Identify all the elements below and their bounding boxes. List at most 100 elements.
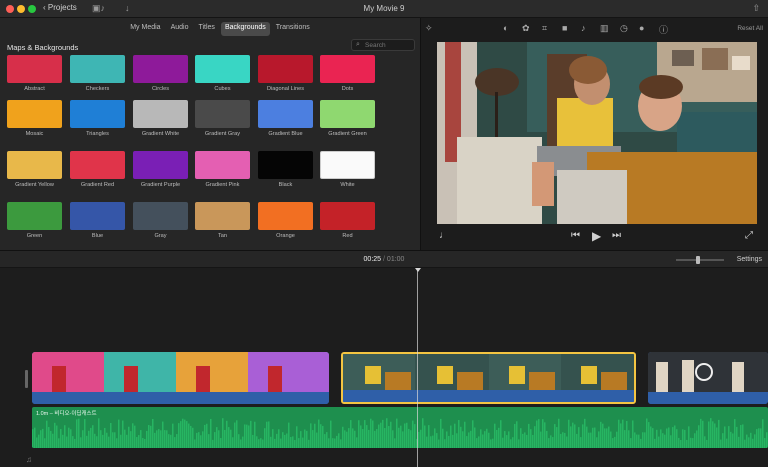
speed-icon[interactable]: ◷ bbox=[620, 23, 628, 34]
zoom-slider[interactable] bbox=[676, 256, 724, 264]
viewer-toolbar: ✧ ◐ ✿ ⌗ ■ ♪ ▥ ◷ ● ⓘ Reset All bbox=[421, 18, 768, 40]
background-tile[interactable]: Gradient Purple bbox=[133, 151, 188, 188]
background-tile[interactable]: Gradient Yellow bbox=[7, 151, 62, 188]
clip-filter-icon[interactable]: ● bbox=[639, 23, 644, 33]
tab-audio[interactable]: Audio bbox=[167, 22, 193, 36]
background-tile-label: Abstract bbox=[24, 86, 45, 92]
backgrounds-grid: Abstract Checkers Circles Cubes Diagonal Lin… bbox=[0, 55, 420, 250]
search-icon: ⌕ bbox=[356, 41, 360, 48]
background-tile-label: Gradient Blue bbox=[268, 131, 303, 137]
audio-track[interactable]: 1.0m – 비디오-이딥캐스트 bbox=[32, 407, 768, 448]
background-tile[interactable]: Gradient Pink bbox=[195, 151, 250, 188]
background-tile[interactable]: Gray bbox=[133, 202, 188, 239]
reset-all-button[interactable]: Reset All bbox=[737, 25, 763, 32]
background-swatch bbox=[7, 100, 62, 128]
clip-frames bbox=[343, 354, 634, 394]
share-icon[interactable]: ⇧ bbox=[752, 3, 760, 14]
background-swatch bbox=[7, 202, 62, 230]
background-tile[interactable]: White bbox=[320, 151, 375, 188]
background-swatch bbox=[133, 202, 188, 230]
microphone-icon[interactable]: ♩ bbox=[439, 230, 449, 241]
play-icon[interactable]: ▶ bbox=[592, 229, 601, 243]
clip-audio-bar bbox=[648, 392, 768, 404]
background-swatch bbox=[195, 55, 250, 83]
background-swatch bbox=[258, 151, 313, 179]
background-tile[interactable]: Black bbox=[258, 151, 313, 188]
background-tile-label: Tan bbox=[217, 233, 228, 239]
background-tile[interactable]: Gradient White bbox=[133, 100, 188, 137]
background-tile[interactable]: Abstract bbox=[7, 55, 62, 92]
clip-frames bbox=[648, 352, 768, 392]
background-tile[interactable]: Dots bbox=[320, 55, 375, 92]
background-swatch bbox=[258, 100, 313, 128]
tab-my-media[interactable]: My Media bbox=[126, 22, 164, 36]
clip-frames bbox=[32, 352, 329, 392]
stabilization-icon[interactable]: ■ bbox=[562, 23, 567, 33]
background-tile[interactable]: Tan bbox=[195, 202, 250, 239]
background-tile-label: Red bbox=[342, 233, 353, 239]
background-tile-label: Gradient Pink bbox=[205, 182, 240, 188]
background-tile-label: Black bbox=[278, 182, 293, 188]
tab-titles[interactable]: Titles bbox=[194, 22, 218, 36]
timecode: 00:25 / 01:00 bbox=[0, 256, 768, 263]
video-clip-3[interactable] bbox=[648, 352, 768, 404]
video-frame bbox=[437, 42, 757, 224]
background-tile-label: Circles bbox=[151, 86, 170, 92]
background-tile-label: Gray bbox=[154, 233, 167, 239]
info-icon[interactable]: ⓘ bbox=[659, 23, 668, 36]
crop-icon[interactable]: ⌗ bbox=[542, 23, 547, 34]
background-swatch bbox=[70, 100, 125, 128]
background-tile[interactable]: Gradient Gray bbox=[195, 100, 250, 137]
background-tile[interactable]: Circles bbox=[133, 55, 188, 92]
background-swatch bbox=[133, 151, 188, 179]
video-clip-2-selected[interactable] bbox=[341, 352, 636, 404]
media-tabs: My Media Audio Titles Backgrounds Transi… bbox=[0, 22, 420, 36]
background-tile[interactable]: Red bbox=[320, 202, 375, 239]
background-swatch bbox=[258, 202, 313, 230]
zoom-slider-knob[interactable] bbox=[696, 256, 700, 264]
background-tile[interactable]: Triangles bbox=[70, 100, 125, 137]
clip-audio-bar bbox=[32, 392, 329, 404]
search-field[interactable]: ⌕ bbox=[351, 39, 415, 51]
background-swatch bbox=[7, 151, 62, 179]
video-clip-1[interactable] bbox=[32, 352, 329, 404]
background-tile[interactable]: Diagonal Lines bbox=[258, 55, 313, 92]
background-swatch bbox=[195, 202, 250, 230]
background-tile[interactable]: Mosaic bbox=[7, 100, 62, 137]
search-input[interactable] bbox=[365, 40, 413, 50]
background-swatch bbox=[133, 55, 188, 83]
background-swatch bbox=[70, 202, 125, 230]
background-tile[interactable]: Checkers bbox=[70, 55, 125, 92]
background-swatch bbox=[70, 55, 125, 83]
background-tile[interactable]: Gradient Red bbox=[70, 151, 125, 188]
audio-waveform bbox=[32, 418, 768, 448]
background-swatch bbox=[320, 100, 375, 128]
background-tile[interactable]: Gradient Green bbox=[320, 100, 375, 137]
color-balance-icon[interactable]: ◐ bbox=[503, 23, 508, 33]
background-tile-label: Cubes bbox=[214, 86, 231, 92]
background-tile[interactable]: Orange bbox=[258, 202, 313, 239]
window-title: My Movie 9 bbox=[363, 4, 405, 13]
background-tile[interactable]: Cubes bbox=[195, 55, 250, 92]
color-correction-icon[interactable]: ✿ bbox=[522, 23, 530, 34]
settings-button[interactable]: Settings bbox=[737, 256, 762, 263]
fullscreen-icon[interactable]: ⤢ bbox=[745, 230, 753, 241]
background-tile[interactable]: Green bbox=[7, 202, 62, 239]
background-swatch bbox=[7, 55, 62, 83]
background-tile-label: Gradient Gray bbox=[204, 131, 241, 137]
playhead-handle[interactable] bbox=[415, 268, 421, 272]
background-tile[interactable]: Blue bbox=[70, 202, 125, 239]
tab-backgrounds[interactable]: Backgrounds bbox=[220, 22, 270, 36]
tab-transitions[interactable]: Transitions bbox=[272, 22, 314, 36]
skip-back-icon[interactable]: ⏮ bbox=[571, 230, 580, 241]
background-tile-label: Mosaic bbox=[25, 131, 44, 137]
noise-reduction-icon[interactable]: ▥ bbox=[600, 23, 609, 34]
background-tile[interactable]: Gradient Blue bbox=[258, 100, 313, 137]
skip-forward-icon[interactable]: ⏭ bbox=[612, 230, 621, 241]
trim-handle[interactable] bbox=[25, 370, 28, 388]
playhead[interactable] bbox=[417, 268, 418, 467]
magic-wand-icon[interactable]: ✧ bbox=[425, 23, 433, 34]
clip-thumbnails bbox=[32, 352, 329, 392]
volume-icon[interactable]: ♪ bbox=[581, 23, 586, 33]
background-swatch bbox=[258, 55, 313, 83]
